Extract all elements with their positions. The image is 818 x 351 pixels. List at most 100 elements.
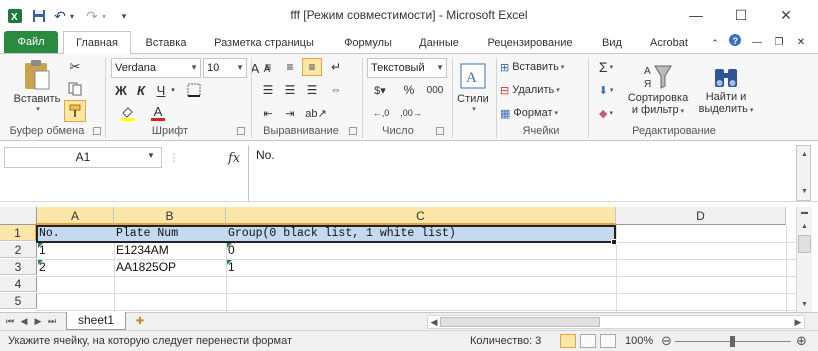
error-indicator-icon[interactable]: [38, 243, 43, 248]
ribbon-minimize-icon[interactable]: ⌃: [708, 33, 722, 53]
fill-button[interactable]: ⬇ ▾: [594, 81, 618, 99]
select-all-button[interactable]: [0, 207, 37, 225]
cell-a3[interactable]: 2: [37, 259, 114, 275]
chevron-up-icon[interactable]: ▲: [798, 147, 811, 161]
styles-button[interactable]: A Стили ▾: [455, 58, 491, 118]
column-header-d[interactable]: D: [616, 207, 786, 225]
insert-cells-button[interactable]: ⊞ Вставить ▾: [500, 58, 584, 76]
column-header-c[interactable]: C: [226, 207, 616, 225]
normal-view-button[interactable]: [560, 334, 576, 348]
clear-button[interactable]: ◆ ▾: [594, 104, 618, 122]
align-center-button[interactable]: ☰: [280, 81, 300, 99]
zoom-level[interactable]: 100%: [625, 335, 653, 347]
currency-icon[interactable]: $▾: [368, 81, 392, 99]
chevron-up-icon[interactable]: ▲: [798, 219, 811, 233]
font-launcher-icon[interactable]: [237, 127, 245, 135]
align-middle-button[interactable]: ≡: [280, 58, 300, 76]
first-sheet-icon[interactable]: ⏮: [4, 314, 16, 329]
tab-page-layout[interactable]: Разметка страницы: [204, 33, 324, 53]
font-size-select[interactable]: 10 ▼: [203, 58, 247, 78]
cell-c2[interactable]: 0: [226, 242, 616, 258]
delete-cells-button[interactable]: ⊟ Удалить ▾: [500, 81, 584, 99]
orientation-icon[interactable]: ab↗: [304, 104, 328, 122]
chevron-right-icon[interactable]: ▶: [792, 315, 804, 330]
align-bottom-button[interactable]: ≡: [302, 58, 322, 76]
italic-button[interactable]: К: [133, 81, 149, 99]
column-header-b[interactable]: B: [114, 207, 226, 225]
zoom-out-button[interactable]: ⊖: [661, 333, 672, 349]
clipboard-launcher-icon[interactable]: [93, 127, 101, 135]
cell-c3[interactable]: 1: [226, 259, 616, 275]
font-name-select[interactable]: Verdana ▼: [111, 58, 201, 78]
tab-review[interactable]: Рецензирование: [476, 33, 584, 53]
number-launcher-icon[interactable]: [436, 127, 444, 135]
borders-button[interactable]: [183, 81, 205, 99]
maximize-button[interactable]: ☐: [726, 3, 756, 27]
chevron-left-icon[interactable]: ◀: [428, 315, 440, 330]
formula-input[interactable]: No.: [256, 148, 275, 162]
underline-button[interactable]: Ч: [153, 81, 169, 99]
percent-button[interactable]: %: [400, 81, 418, 99]
row-header-3[interactable]: 3: [0, 259, 37, 275]
row-header-2[interactable]: 2: [0, 242, 37, 258]
close-button[interactable]: ✕: [771, 3, 801, 27]
minimize-button[interactable]: —: [681, 3, 711, 27]
merge-cells-icon[interactable]: ⇔: [326, 81, 346, 99]
fill-color-button[interactable]: [115, 104, 141, 122]
cell-b2[interactable]: E1234AM: [114, 242, 226, 258]
error-indicator-icon[interactable]: [38, 260, 43, 265]
formula-bar-scrollbar[interactable]: ▲ ▼: [796, 145, 811, 201]
chevron-down-icon[interactable]: ▼: [798, 297, 811, 311]
tab-home[interactable]: Главная: [63, 31, 131, 54]
bold-button[interactable]: Ж: [113, 81, 129, 99]
page-layout-view-button[interactable]: [580, 334, 596, 348]
fill-handle[interactable]: [611, 239, 617, 245]
tab-data[interactable]: Данные: [409, 33, 469, 53]
split-box-icon[interactable]: ▬: [798, 209, 811, 216]
workbook-minimize-button[interactable]: —: [750, 33, 764, 53]
increase-decimal-icon[interactable]: ←,0: [368, 104, 394, 122]
increase-indent-icon[interactable]: ⇥: [280, 104, 300, 122]
chevron-down-icon[interactable]: ▼: [798, 184, 811, 198]
error-indicator-icon[interactable]: [227, 260, 232, 265]
find-select-button[interactable]: Найти и выделить ▾: [696, 56, 756, 124]
column-header-a[interactable]: A: [37, 207, 114, 225]
zoom-slider-thumb[interactable]: [730, 336, 735, 347]
chevron-down-icon[interactable]: ▼: [147, 151, 155, 160]
zoom-in-button[interactable]: ⊕: [796, 333, 807, 349]
page-break-view-button[interactable]: [600, 334, 616, 348]
cell-a2[interactable]: 1: [37, 242, 114, 258]
underline-dropdown-icon[interactable]: ▾: [169, 83, 177, 97]
format-cells-button[interactable]: ▦ Формат ▾: [500, 104, 584, 122]
tab-acrobat[interactable]: Acrobat: [639, 33, 699, 53]
scroll-thumb[interactable]: [440, 317, 600, 327]
row-header-5[interactable]: 5: [0, 293, 37, 309]
copy-icon[interactable]: [66, 80, 84, 98]
workbook-restore-button[interactable]: ❐: [772, 33, 786, 53]
help-icon[interactable]: ?: [727, 33, 743, 53]
resize-handle-icon[interactable]: ⋮: [169, 153, 179, 164]
scroll-thumb[interactable]: [798, 235, 811, 253]
row-header-4[interactable]: 4: [0, 276, 37, 292]
tab-formulas[interactable]: Формулы: [333, 33, 403, 53]
thousands-separator-button[interactable]: 000: [424, 81, 446, 99]
insert-function-button[interactable]: fx: [228, 151, 240, 166]
name-box[interactable]: A1: [4, 147, 162, 168]
workbook-close-button[interactable]: ✕: [794, 33, 808, 53]
number-format-select[interactable]: Текстовый ▼: [367, 58, 447, 78]
tab-file[interactable]: Файл: [4, 31, 58, 53]
align-top-button[interactable]: ≡: [258, 58, 278, 76]
cut-icon[interactable]: ✂: [66, 58, 84, 76]
row-header-1[interactable]: 1: [0, 225, 37, 241]
wrap-text-icon[interactable]: ↵: [326, 58, 346, 76]
worksheet-grid[interactable]: A B C D 1 2 3 4 5 No. Plate Num Group(0 …: [0, 207, 796, 312]
alignment-launcher-icon[interactable]: [349, 127, 357, 135]
prev-sheet-icon[interactable]: ◀: [18, 314, 30, 329]
format-painter-button[interactable]: [64, 100, 86, 122]
insert-sheet-icon[interactable]: ✚: [130, 314, 150, 329]
next-sheet-icon[interactable]: ▶: [32, 314, 44, 329]
sheet-tab-sheet1[interactable]: sheet1: [66, 312, 126, 330]
decrease-decimal-icon[interactable]: ,00→: [398, 104, 424, 122]
tab-view[interactable]: Вид: [593, 33, 631, 53]
tab-insert[interactable]: Вставка: [137, 33, 195, 53]
